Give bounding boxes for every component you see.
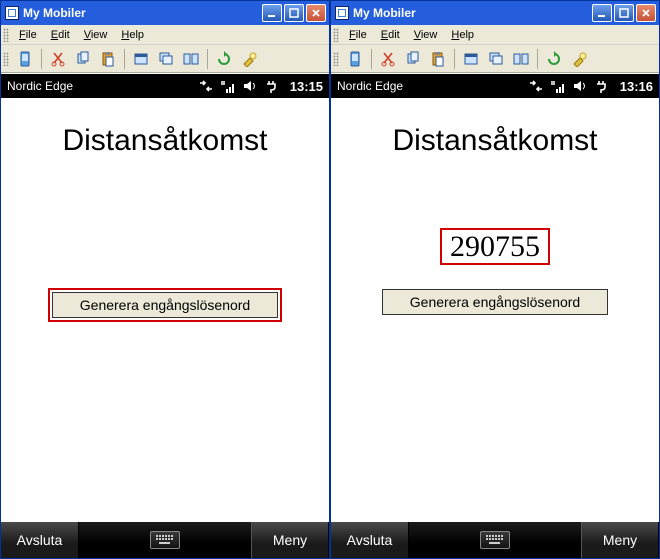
cut-icon[interactable] bbox=[47, 48, 69, 70]
maximize-button[interactable] bbox=[284, 4, 304, 22]
window-single-icon[interactable] bbox=[130, 48, 152, 70]
grip-icon bbox=[333, 28, 339, 42]
grip-icon bbox=[3, 28, 9, 42]
menu-file[interactable]: File bbox=[13, 28, 43, 42]
speaker-icon bbox=[572, 79, 588, 93]
softkey-left[interactable]: Avsluta bbox=[1, 522, 79, 558]
keyboard-icon[interactable] bbox=[150, 531, 180, 549]
device-brand: Nordic Edge bbox=[337, 79, 528, 93]
paste-icon[interactable] bbox=[97, 48, 119, 70]
device-screen: Nordic Edge 13:16 Distansåtkomst 290755 … bbox=[331, 73, 659, 558]
softkey-right[interactable]: Meny bbox=[251, 522, 329, 558]
app-icon bbox=[335, 6, 349, 20]
signal-icon bbox=[550, 79, 566, 93]
softkey-left[interactable]: Avsluta bbox=[331, 522, 409, 558]
otp-value: 290755 bbox=[440, 228, 550, 265]
device-brand: Nordic Edge bbox=[7, 79, 198, 93]
softkey-right[interactable]: Meny bbox=[581, 522, 659, 558]
generate-otp-button[interactable]: Generera engångslösenord bbox=[52, 292, 278, 318]
device-statusbar: Nordic Edge 13:16 bbox=[331, 74, 659, 98]
minimize-button[interactable] bbox=[592, 4, 612, 22]
keyboard-icon[interactable] bbox=[480, 531, 510, 549]
minimize-button[interactable] bbox=[262, 4, 282, 22]
menu-view[interactable]: View bbox=[78, 28, 114, 42]
menubar: File Edit View Help bbox=[331, 25, 659, 45]
device-time: 13:15 bbox=[290, 79, 323, 94]
close-button[interactable] bbox=[306, 4, 326, 22]
app-window-left: My Mobiler File Edit View Help Nordic Ed… bbox=[0, 0, 330, 559]
sync-icon bbox=[198, 79, 214, 93]
maximize-button[interactable] bbox=[614, 4, 634, 22]
page-heading: Distansåtkomst bbox=[62, 124, 267, 158]
menu-view[interactable]: View bbox=[408, 28, 444, 42]
window-cascade-icon[interactable] bbox=[155, 48, 177, 70]
window-tile-icon[interactable] bbox=[510, 48, 532, 70]
paste-icon[interactable] bbox=[427, 48, 449, 70]
flashlight-icon[interactable] bbox=[568, 48, 590, 70]
refresh-icon[interactable] bbox=[543, 48, 565, 70]
menu-file[interactable]: File bbox=[343, 28, 373, 42]
window-single-icon[interactable] bbox=[460, 48, 482, 70]
sync-icon bbox=[528, 79, 544, 93]
menu-edit[interactable]: Edit bbox=[375, 28, 406, 42]
speaker-icon bbox=[242, 79, 258, 93]
device-content: Distansåtkomst 290755 Generera engångslö… bbox=[331, 98, 659, 522]
window-cascade-icon[interactable] bbox=[485, 48, 507, 70]
close-button[interactable] bbox=[636, 4, 656, 22]
device-icon[interactable] bbox=[344, 48, 366, 70]
app-icon bbox=[5, 6, 19, 20]
window-tile-icon[interactable] bbox=[180, 48, 202, 70]
plug-icon bbox=[264, 79, 280, 93]
titlebar[interactable]: My Mobiler bbox=[1, 1, 329, 25]
grip-icon bbox=[333, 52, 339, 66]
signal-icon bbox=[220, 79, 236, 93]
plug-icon bbox=[594, 79, 610, 93]
generate-otp-button[interactable]: Generera engångslösenord bbox=[382, 289, 608, 315]
device-softkeys: Avsluta Meny bbox=[1, 522, 329, 558]
menu-help[interactable]: Help bbox=[445, 28, 480, 42]
menubar: File Edit View Help bbox=[1, 25, 329, 45]
app-window-right: My Mobiler File Edit View Help Nordic Ed… bbox=[330, 0, 660, 559]
device-statusbar: Nordic Edge 13:15 bbox=[1, 74, 329, 98]
grip-icon bbox=[3, 52, 9, 66]
flashlight-icon[interactable] bbox=[238, 48, 260, 70]
window-title: My Mobiler bbox=[353, 6, 592, 20]
copy-icon[interactable] bbox=[402, 48, 424, 70]
cut-icon[interactable] bbox=[377, 48, 399, 70]
device-content: Distansåtkomst Generera engångslösenord bbox=[1, 98, 329, 522]
menu-help[interactable]: Help bbox=[115, 28, 150, 42]
page-heading: Distansåtkomst bbox=[392, 124, 597, 158]
device-screen: Nordic Edge 13:15 Distansåtkomst Generer… bbox=[1, 73, 329, 558]
device-softkeys: Avsluta Meny bbox=[331, 522, 659, 558]
menu-edit[interactable]: Edit bbox=[45, 28, 76, 42]
device-time: 13:16 bbox=[620, 79, 653, 94]
titlebar[interactable]: My Mobiler bbox=[331, 1, 659, 25]
refresh-icon[interactable] bbox=[213, 48, 235, 70]
generate-button-highlight: Generera engångslösenord bbox=[48, 288, 282, 322]
copy-icon[interactable] bbox=[72, 48, 94, 70]
generate-button-wrap: Generera engångslösenord bbox=[380, 287, 610, 317]
toolbar bbox=[1, 45, 329, 73]
toolbar bbox=[331, 45, 659, 73]
window-title: My Mobiler bbox=[23, 6, 262, 20]
device-icon[interactable] bbox=[14, 48, 36, 70]
